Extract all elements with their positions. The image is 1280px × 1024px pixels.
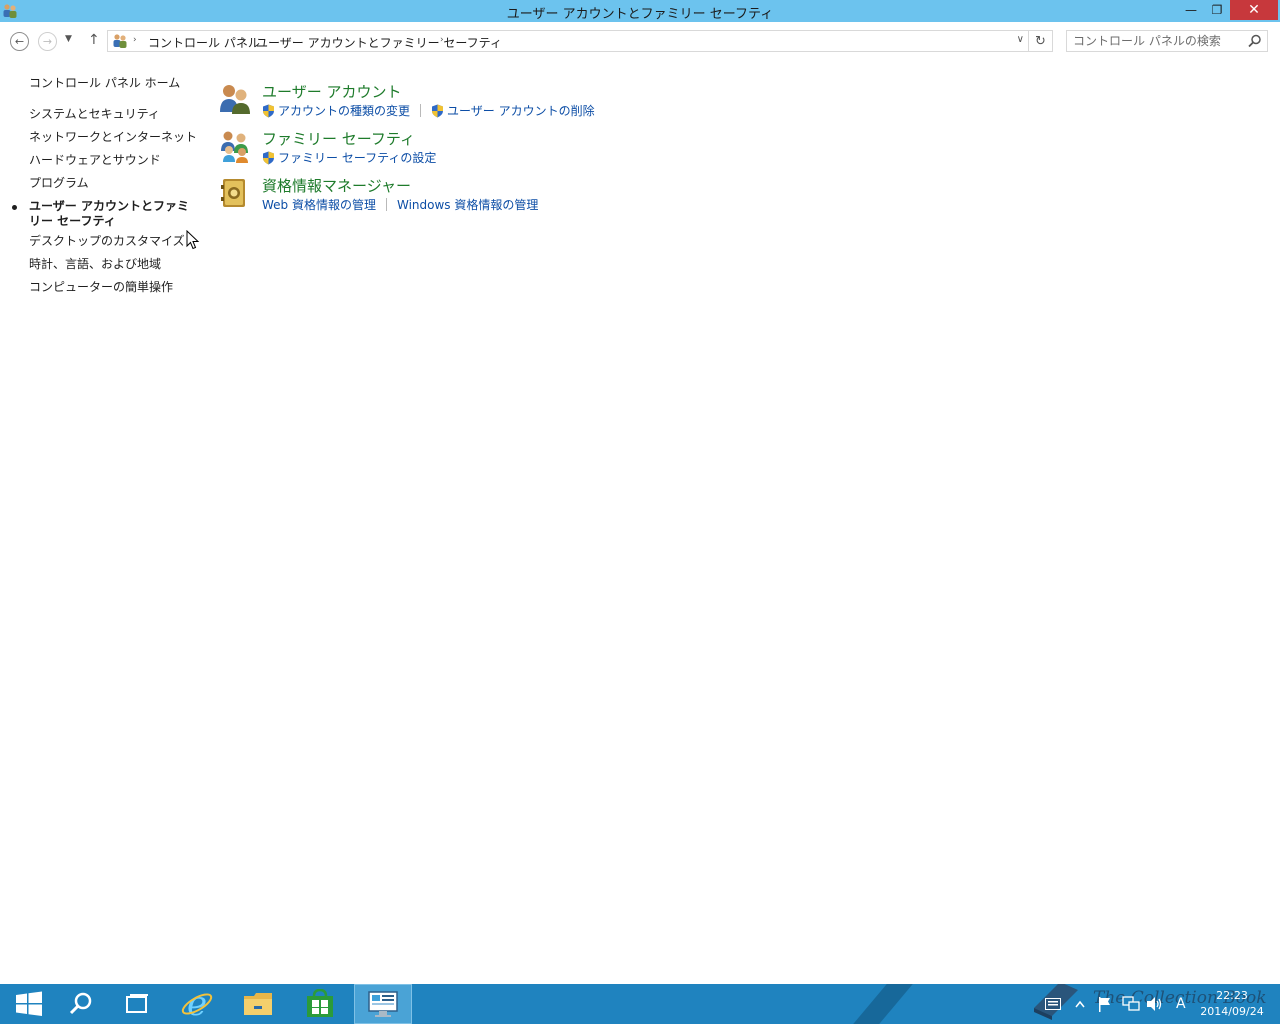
uac-shield-icon [263,104,274,117]
uac-shield-icon [263,151,274,164]
minimize-button[interactable]: — [1178,0,1204,20]
section-links: Web 資格情報の管理 Windows 資格情報の管理 [262,196,538,213]
address-bar[interactable]: › コントロール パネル › ユーザー アカウントとファミリー セーフティ › … [107,30,1029,52]
mouse-cursor-icon [186,230,200,250]
section-links: アカウントの種類の変更 ユーザー アカウントの削除 [262,102,595,119]
ime-indicator[interactable]: A [1176,996,1186,1012]
keyboard-icon[interactable] [1045,998,1061,1010]
clock-date: 2014/09/24 [1200,1005,1264,1018]
credential-vault-icon[interactable] [218,176,252,210]
search-icon [69,992,92,1015]
users-icon[interactable] [218,82,252,116]
taskbar-internet-explorer[interactable]: e [168,984,226,1024]
task-view-icon [126,994,148,1013]
change-account-type-link[interactable]: アカウントの種類の変更 [262,102,410,119]
taskbar: e The Collection Book A 22:23 2014/09/24 [0,984,1280,1024]
sidebar-item-hardware-sound[interactable]: ハードウェアとサウンド [29,153,199,168]
svg-text:e: e [187,987,207,1021]
breadcrumb-separator[interactable]: › [242,35,246,45]
section-title-family-safety[interactable]: ファミリー セーフティ [262,128,415,149]
taskbar-search-button[interactable] [52,984,110,1024]
clock[interactable]: 22:23 2014/09/24 [1196,988,1268,1020]
start-icon [16,991,42,1016]
taskbar-file-explorer[interactable] [229,984,287,1024]
title-bar: ユーザー アカウントとファミリー セーフティ — ❐ ✕ [0,0,1280,22]
sidebar-item-ease-of-access[interactable]: コンピューターの簡単操作 [29,280,199,295]
link-divider [385,198,387,211]
action-center-flag-icon[interactable] [1098,996,1112,1012]
restore-button[interactable]: ❐ [1204,0,1230,20]
sidebar-item-clock-language-region[interactable]: 時計、言語、および地域 [29,257,199,272]
link-divider [420,104,422,117]
section-title-credential-manager[interactable]: 資格情報マネージャー [262,175,411,196]
taskbar-control-panel[interactable] [354,984,412,1024]
uac-shield-icon [432,104,444,117]
link-label: ユーザー アカウントの削除 [447,104,595,118]
navigation-bar: ← → ▼ ↑ › コントロール パネル › ユーザー アカウントとファミリー … [0,26,1280,56]
start-button[interactable] [0,984,58,1024]
network-icon[interactable] [1122,996,1140,1012]
sidebar-item-programs[interactable]: プログラム [29,176,199,191]
internet-explorer-icon: e [181,987,213,1021]
close-button[interactable]: ✕ [1230,0,1278,20]
up-button[interactable]: ↑ [88,32,100,48]
active-item-bullet [12,205,17,210]
file-explorer-icon [244,993,272,1015]
recent-locations-button[interactable]: ▼ [65,34,72,44]
address-dropdown-button[interactable]: ∨ [1017,34,1024,45]
search-icon[interactable] [1248,34,1262,48]
refresh-button[interactable]: ↻ [1029,30,1053,52]
family-safety-icon[interactable] [218,129,252,163]
sidebar-item-user-accounts[interactable]: ユーザー アカウントとファミリー セーフティ [29,199,199,229]
clock-time: 22:23 [1216,989,1248,1002]
show-hidden-icons-icon[interactable] [1075,1000,1085,1008]
remove-user-account-link[interactable]: ユーザー アカウントの削除 [431,102,595,119]
section-links: ファミリー セーフティの設定 [262,149,436,166]
breadcrumb-separator[interactable]: › [133,35,137,45]
sidebar-item-system-security[interactable]: システムとセキュリティ [29,107,199,122]
search-box[interactable] [1066,30,1268,52]
manage-windows-credentials-link[interactable]: Windows 資格情報の管理 [397,196,538,213]
breadcrumb-item-user-accounts[interactable]: ユーザー アカウントとファミリー セーフティ [256,34,502,51]
sidebar-item-control-panel-home[interactable]: コントロール パネル ホーム [29,74,180,91]
manage-web-credentials-link[interactable]: Web 資格情報の管理 [262,196,376,213]
taskbar-decoration [853,984,913,1024]
task-view-button[interactable] [108,984,166,1024]
breadcrumb-separator[interactable]: › [440,35,444,45]
taskbar-store[interactable] [291,984,349,1024]
link-label: ファミリー セーフティの設定 [278,151,437,165]
search-input[interactable] [1073,33,1243,49]
store-icon [307,989,333,1017]
section-title-user-accounts[interactable]: ユーザー アカウント [262,81,401,102]
volume-icon[interactable] [1146,996,1164,1012]
users-icon [113,34,127,48]
forward-button[interactable]: → [38,32,57,51]
sidebar-item-appearance[interactable]: デスクトップのカスタマイズ [29,234,199,249]
family-safety-settings-link[interactable]: ファミリー セーフティの設定 [262,149,436,166]
back-button[interactable]: ← [10,32,29,51]
sidebar-item-network-internet[interactable]: ネットワークとインターネット [29,130,199,145]
link-label: アカウントの種類の変更 [278,104,411,118]
control-panel-icon [368,991,398,1017]
window-title: ユーザー アカウントとファミリー セーフティ [506,7,774,22]
